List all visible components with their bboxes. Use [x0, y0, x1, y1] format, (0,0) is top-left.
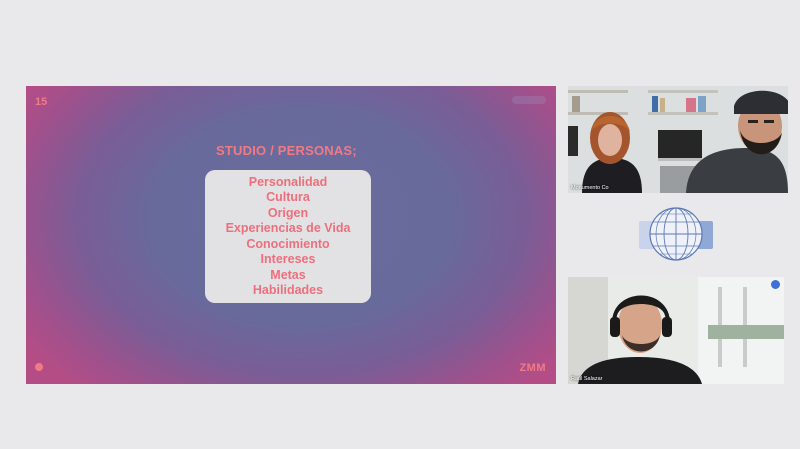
persona-item: Experiencias de Vida: [225, 221, 351, 235]
persona-item: Conocimiento: [246, 236, 330, 251]
globe-logo-icon: [639, 207, 713, 261]
persona-item: Cultura: [266, 190, 310, 204]
persona-item: Habilidades: [252, 283, 324, 297]
presentation-slide: 15 STUDIO / PERSONAS; Personalidad Cultu…: [26, 86, 556, 384]
persona-item: Origen: [267, 205, 309, 220]
pin-icon[interactable]: [771, 280, 780, 289]
persona-item: Personalidad: [248, 174, 328, 189]
persona-item: Intereses: [260, 252, 316, 266]
personas-card: Personalidad Cultura Origen Experiencias…: [205, 170, 371, 303]
slide-title: STUDIO / PERSONAS;: [216, 143, 357, 158]
participant-tile[interactable]: Raúl Salazar: [568, 277, 784, 384]
participant-name: Monumento Co: [571, 185, 609, 191]
slide-watermark-icon: [512, 96, 546, 104]
persona-item: Metas: [270, 267, 306, 282]
slide-number: 15: [35, 96, 48, 108]
participant-video: [568, 86, 788, 193]
brand-logo: ZMM: [519, 362, 546, 374]
participant-video: [568, 277, 784, 384]
circle-icon: [35, 363, 43, 371]
participant-tile[interactable]: Monumento Co: [568, 86, 788, 193]
participant-name: Raúl Salazar: [571, 376, 603, 382]
